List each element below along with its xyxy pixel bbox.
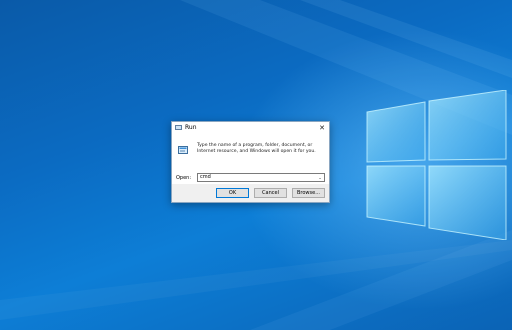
browse-button[interactable]: Browse... — [292, 188, 325, 198]
run-app-icon — [175, 125, 182, 130]
close-icon[interactable]: ✕ — [317, 123, 327, 133]
open-combobox[interactable]: cmd ⌄ — [197, 173, 325, 182]
dialog-description: Type the name of a program, folder, docu… — [197, 143, 316, 154]
windows-logo — [366, 90, 507, 240]
dialog-titlebar[interactable]: Run ✕ — [172, 122, 329, 134]
desktop-background: Run ✕ Type the name of a program, folder… — [0, 0, 512, 330]
dialog-footer: OK Cancel Browse... — [172, 184, 329, 202]
ok-button[interactable]: OK — [216, 188, 249, 198]
dialog-title: Run — [185, 124, 197, 131]
run-dialog: Run ✕ Type the name of a program, folder… — [171, 121, 330, 203]
cancel-button[interactable]: Cancel — [254, 188, 287, 198]
open-input[interactable]: cmd — [200, 174, 211, 181]
open-label: Open: — [176, 175, 192, 181]
dialog-body: Type the name of a program, folder, docu… — [172, 134, 329, 184]
chevron-down-icon[interactable]: ⌄ — [317, 174, 323, 181]
run-program-icon — [178, 146, 188, 154]
